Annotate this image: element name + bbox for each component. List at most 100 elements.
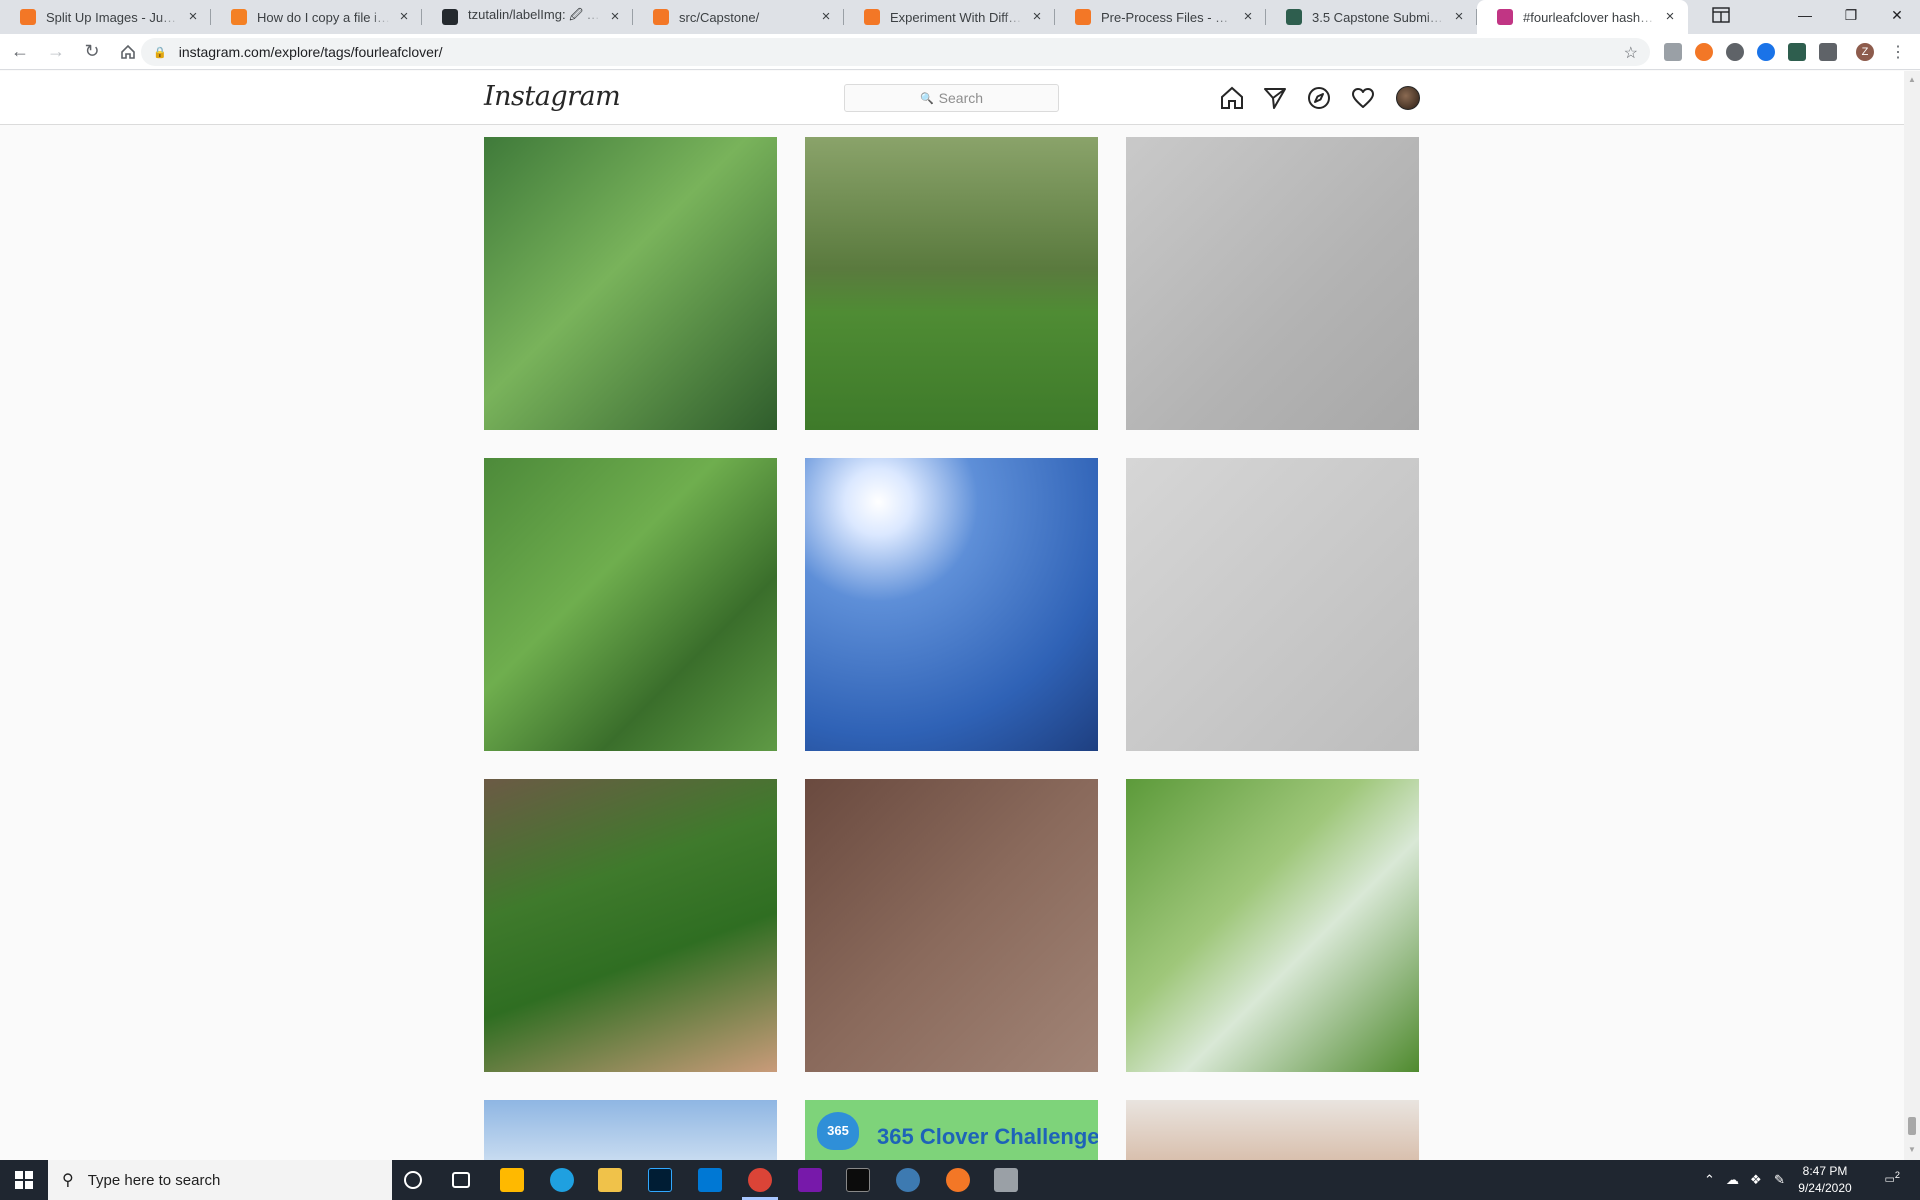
windows-logo-icon: [15, 1171, 33, 1189]
taskbar-search-box[interactable]: ⚲ Type here to search: [48, 1160, 392, 1200]
browser-tab[interactable]: src/Capstone/ ×: [633, 0, 844, 34]
extension-g-icon[interactable]: [1664, 43, 1682, 61]
close-window-button[interactable]: ✕: [1874, 0, 1920, 30]
tab-title: 3.5 Capstone Submission - Springboard: [1312, 9, 1445, 25]
post-thumbnail[interactable]: [484, 137, 777, 430]
post-thumbnail[interactable]: [484, 779, 777, 1072]
notification-count: 2: [1894, 1170, 1900, 1180]
terminal-icon[interactable]: [846, 1168, 870, 1192]
tab-close-icon[interactable]: ×: [1662, 9, 1678, 25]
minimize-button[interactable]: —: [1782, 0, 1828, 30]
tab-close-icon[interactable]: ×: [1451, 9, 1467, 25]
extension-springboard-icon[interactable]: [1788, 43, 1806, 61]
tab-close-icon[interactable]: ×: [1240, 9, 1256, 25]
mail-icon[interactable]: [698, 1168, 722, 1192]
instagram-logo[interactable]: Instagram: [484, 81, 621, 112]
browser-tab[interactable]: #fourleafclover hashtag on Instagram ×: [1477, 0, 1688, 34]
tab-title: How do I copy a file in Python?: [257, 9, 390, 25]
python-icon[interactable]: [896, 1168, 920, 1192]
home-icon[interactable]: [1219, 85, 1245, 111]
browser-tab[interactable]: How do I copy a file in Python? ×: [211, 0, 422, 34]
scroll-up-arrow-icon[interactable]: ▲: [1908, 75, 1916, 84]
lock-icon: 🔒: [153, 46, 167, 59]
pen-workspace-icon[interactable]: ✎: [1774, 1172, 1785, 1188]
scrollbar-thumb[interactable]: [1908, 1117, 1916, 1135]
cortana-icon[interactable]: [404, 1171, 422, 1189]
search-placeholder: Search: [938, 90, 984, 106]
store-icon[interactable]: [500, 1168, 524, 1192]
search-icon: ⚲: [62, 1172, 74, 1189]
address-bar[interactable]: 🔒 instagram.com/explore/tags/fourleafclo…: [141, 38, 1650, 66]
back-button[interactable]: ←: [4, 36, 36, 68]
post-thumbnail[interactable]: [805, 779, 1098, 1072]
minimize-icon: —: [1798, 7, 1812, 23]
bookmark-star-icon[interactable]: ☆: [1624, 43, 1638, 63]
arrow-right-icon: →: [47, 41, 65, 61]
menu-kebab-icon[interactable]: ⋮: [1890, 42, 1906, 62]
clock-time: 8:47 PM: [1802, 1164, 1848, 1178]
file-explorer-icon[interactable]: [598, 1168, 622, 1192]
search-input[interactable]: 🔍 Search: [844, 84, 1059, 112]
post-thumbnail[interactable]: [805, 137, 1098, 430]
edge-icon[interactable]: [550, 1168, 574, 1192]
page-scrollbar[interactable]: ▲ ▼: [1904, 71, 1920, 1160]
tab-close-icon[interactable]: ×: [818, 9, 834, 25]
system-clock[interactable]: 8:47 PM 9/24/2020: [1790, 1163, 1860, 1197]
browser-tab[interactable]: 3.5 Capstone Submission - Springboard ×: [1266, 0, 1477, 34]
post-caption-text: 365 Clover Challenge: [877, 1124, 1098, 1149]
start-button[interactable]: [0, 1160, 48, 1200]
reload-icon: ↻: [84, 41, 100, 61]
browser-tab[interactable]: Experiment With Different Models ×: [844, 0, 1055, 34]
restore-button[interactable]: ❐: [1828, 0, 1874, 30]
jupyter-icon: [864, 9, 880, 25]
tab-close-icon[interactable]: ×: [607, 9, 623, 25]
reload-button[interactable]: ↻: [76, 36, 108, 68]
search-icon: 🔍: [919, 92, 934, 105]
browser-tab[interactable]: Split Up Images - Jupyter Notebook ×: [0, 0, 211, 34]
instagram-header: Instagram 🔍 Search: [0, 71, 1904, 125]
jupyter-icon[interactable]: [946, 1168, 970, 1192]
tray-chevron-up-icon[interactable]: ⌃: [1704, 1172, 1715, 1188]
onedrive-cloud-icon[interactable]: ☁: [1726, 1172, 1739, 1188]
browser-tab[interactable]: Pre-Process Files - Jupyter Notebook ×: [1055, 0, 1266, 34]
tab-title: Split Up Images - Jupyter Notebook: [46, 9, 179, 25]
tab-title: Pre-Process Files - Jupyter Notebook: [1101, 9, 1234, 25]
post-thumbnail[interactable]: [484, 1100, 777, 1160]
activity-heart-icon[interactable]: [1350, 85, 1376, 111]
post-thumbnail[interactable]: 365 365 Clover Challenge: [805, 1100, 1098, 1160]
extension-blue-icon[interactable]: [1757, 43, 1775, 61]
tab-title: tzutalin/labelImg: 🖉 LabelImg: [468, 7, 601, 22]
extension-orange-icon[interactable]: [1695, 43, 1713, 61]
post-thumbnail[interactable]: [805, 458, 1098, 751]
profile-avatar-icon[interactable]: Z: [1856, 43, 1874, 61]
task-view-icon[interactable]: [452, 1172, 470, 1188]
notification-center-button[interactable]: ▭2: [1878, 1170, 1901, 1190]
tab-search-icon: [1712, 7, 1730, 23]
post-thumbnail[interactable]: [1126, 1100, 1419, 1160]
extension-circle-icon[interactable]: [1726, 43, 1744, 61]
new-tab-button[interactable]: [1709, 3, 1733, 27]
explore-compass-icon[interactable]: [1306, 85, 1332, 111]
post-thumbnail[interactable]: [1126, 458, 1419, 751]
close-icon: ✕: [1891, 6, 1903, 23]
direct-message-icon[interactable]: [1262, 85, 1288, 111]
tab-close-icon[interactable]: ×: [1029, 9, 1045, 25]
jupyter-icon: [1075, 9, 1091, 25]
instagram-icon: [1497, 9, 1513, 25]
onenote-icon[interactable]: [798, 1168, 822, 1192]
photoshop-icon[interactable]: [648, 1168, 672, 1192]
tab-close-icon[interactable]: ×: [185, 9, 201, 25]
forward-button[interactable]: →: [40, 36, 72, 68]
post-thumbnail[interactable]: [1126, 779, 1419, 1072]
extensions-puzzle-icon[interactable]: [1819, 43, 1837, 61]
browser-tab[interactable]: tzutalin/labelImg: 🖉 LabelImg ×: [422, 0, 633, 34]
profile-avatar[interactable]: [1396, 86, 1420, 110]
post-thumbnail[interactable]: [484, 458, 777, 751]
tab-close-icon[interactable]: ×: [396, 9, 412, 25]
dropbox-icon[interactable]: ❖: [1750, 1172, 1762, 1188]
scroll-down-arrow-icon[interactable]: ▼: [1908, 1145, 1916, 1154]
calculator-icon[interactable]: [994, 1168, 1018, 1192]
home-button[interactable]: [112, 36, 144, 68]
chrome-icon[interactable]: [748, 1168, 772, 1192]
post-thumbnail[interactable]: [1126, 137, 1419, 430]
